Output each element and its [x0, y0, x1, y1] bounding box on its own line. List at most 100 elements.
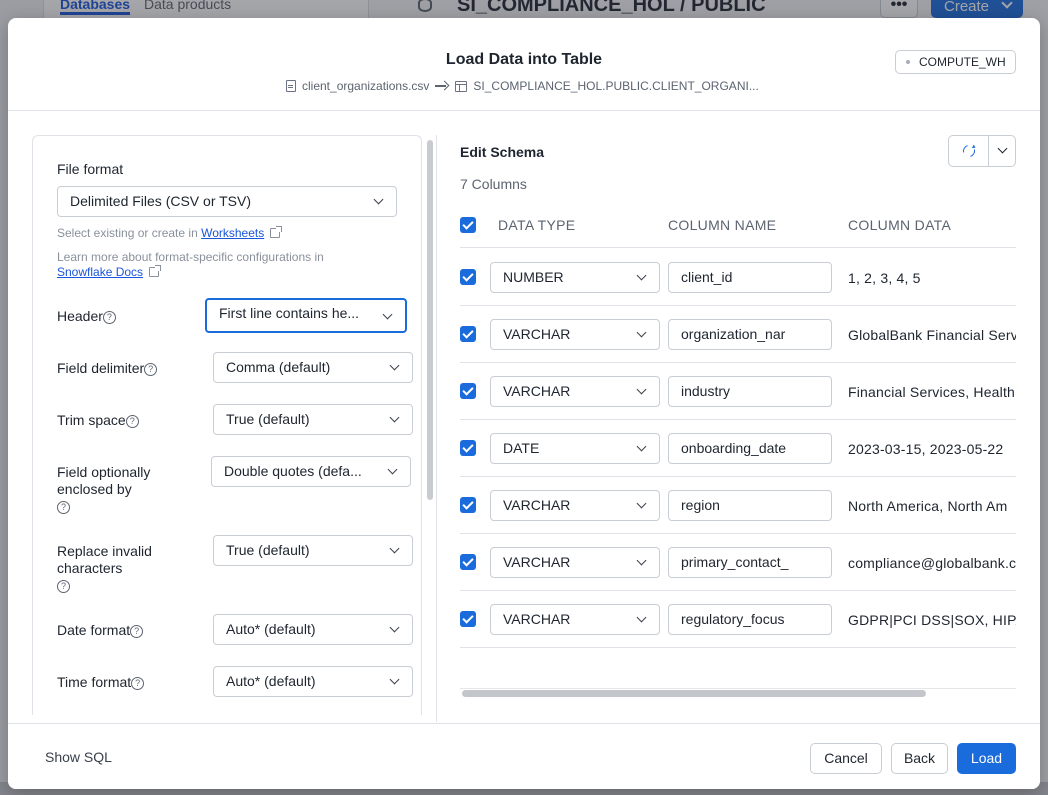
- schema-row: VARCHAR industry Financial Services, Healt…: [460, 363, 1016, 420]
- table-icon: [455, 80, 468, 92]
- modal-header: Load Data into Table client_organization…: [8, 18, 1040, 111]
- panel-divider: [436, 135, 437, 722]
- chevron-down-icon: [636, 441, 647, 452]
- snowflake-docs-link[interactable]: Snowflake Docs: [57, 265, 143, 279]
- cancel-button[interactable]: Cancel: [810, 743, 882, 774]
- column-name-input[interactable]: onboarding_date: [668, 433, 832, 464]
- field-delimiter-value: Comma (default): [226, 359, 331, 375]
- column-count: 7 Columns: [460, 176, 527, 192]
- time-format-select[interactable]: Auto* (default): [213, 666, 413, 697]
- data-type-select[interactable]: VARCHAR: [490, 547, 660, 578]
- chevron-down-icon: [387, 464, 398, 475]
- show-sql-button[interactable]: Show SQL: [45, 749, 112, 765]
- column-data-preview: 1, 2, 3, 4, 5: [848, 270, 921, 286]
- column-checkbox[interactable]: [460, 326, 476, 342]
- column-name-input[interactable]: region: [668, 490, 832, 521]
- help-icon[interactable]: ?: [102, 311, 116, 324]
- column-name-input[interactable]: industry: [668, 376, 832, 407]
- chevron-down-icon: [382, 309, 393, 320]
- help-icon[interactable]: ?: [57, 580, 70, 593]
- data-type-value: VARCHAR: [503, 554, 571, 570]
- data-type-value: VARCHAR: [503, 383, 571, 399]
- data-type-select[interactable]: VARCHAR: [490, 490, 660, 521]
- chevron-down-icon: [636, 612, 647, 623]
- load-data-modal: Load Data into Table client_organization…: [8, 18, 1040, 789]
- date-format-label: Date format?: [57, 622, 144, 639]
- load-path: client_organizations.csv SI_COMPLIANCE_H…: [286, 79, 759, 93]
- file-format-value: Delimited Files (CSV or TSV): [70, 193, 252, 209]
- help-icon[interactable]: ?: [57, 501, 70, 514]
- enclosed-by-value: Double quotes (defa...: [224, 463, 362, 479]
- chevron-down-icon: [636, 327, 647, 338]
- date-format-select[interactable]: Auto* (default): [213, 614, 413, 645]
- help-icon[interactable]: ?: [144, 363, 158, 376]
- help-icon[interactable]: ?: [125, 415, 139, 428]
- column-checkbox[interactable]: [460, 497, 476, 513]
- docs-hint: Learn more about format-specific configu…: [57, 250, 377, 280]
- schema-hscroll-thumb[interactable]: [462, 690, 926, 697]
- column-checkbox[interactable]: [460, 383, 476, 399]
- replace-invalid-label: Replace invalid characters?: [57, 543, 167, 594]
- header-select[interactable]: First line contains he...: [205, 298, 407, 333]
- file-format-label: File format: [57, 161, 124, 177]
- trim-space-select[interactable]: True (default): [213, 404, 413, 435]
- chevron-down-icon: [636, 384, 647, 395]
- file-format-select[interactable]: Delimited Files (CSV or TSV): [57, 186, 397, 217]
- data-type-select[interactable]: VARCHAR: [490, 319, 660, 350]
- column-name-input[interactable]: organization_nar: [668, 319, 832, 350]
- help-icon[interactable]: ?: [131, 677, 145, 690]
- column-name-input[interactable]: regulatory_focus: [668, 604, 832, 635]
- header-data-type: DATA TYPE: [498, 217, 576, 233]
- column-checkbox[interactable]: [460, 554, 476, 570]
- docs-hint-text: Learn more about format-specific configu…: [57, 250, 324, 264]
- refresh-icon: [960, 142, 978, 160]
- column-name-input[interactable]: client_id: [668, 262, 832, 293]
- date-format-value: Auto* (default): [226, 621, 316, 637]
- chevron-down-icon: [389, 543, 400, 554]
- chevron-down-icon: [636, 270, 647, 281]
- chevron-down-icon: [997, 143, 1008, 154]
- schema-row: DATE onboarding_date 2023-03-15, 2023-05-2…: [460, 420, 1016, 477]
- enclosed-by-select[interactable]: Double quotes (defa...: [211, 456, 411, 487]
- data-type-select[interactable]: VARCHAR: [490, 376, 660, 407]
- chevron-down-icon: [636, 498, 647, 509]
- select-all-checkbox[interactable]: [460, 217, 476, 233]
- trim-space-label-text: Trim space: [57, 412, 126, 428]
- replace-invalid-select[interactable]: True (default): [213, 535, 413, 566]
- file-format-panel: File format Delimited Files (CSV or TSV)…: [32, 135, 422, 715]
- column-data-preview: GlobalBank Financial Serv: [848, 327, 1016, 343]
- chevron-down-icon: [636, 555, 647, 566]
- column-checkbox[interactable]: [460, 269, 476, 285]
- refresh-button[interactable]: [949, 136, 990, 166]
- modal-title: Load Data into Table: [445, 51, 603, 68]
- back-button[interactable]: Back: [891, 743, 948, 774]
- data-type-select[interactable]: VARCHAR: [490, 604, 660, 635]
- modal-footer: Show SQL Cancel Back Load: [8, 723, 1040, 789]
- header-column-data: COLUMN DATA: [848, 217, 952, 233]
- date-format-label-text: Date format: [57, 622, 131, 638]
- column-data-preview: 2023-03-15, 2023-05-22: [848, 441, 1004, 457]
- schema-options-button[interactable]: [989, 136, 1015, 166]
- column-name-input[interactable]: primary_contact_: [668, 547, 832, 578]
- help-icon[interactable]: ?: [130, 625, 144, 638]
- time-format-label-text: Time format: [57, 674, 132, 690]
- column-checkbox[interactable]: [460, 440, 476, 456]
- edit-schema-title: Edit Schema: [460, 144, 545, 160]
- data-type-value: VARCHAR: [503, 497, 571, 513]
- header-value: First line contains he...: [219, 305, 360, 321]
- column-data-preview: North America, North Am: [848, 498, 1008, 514]
- field-delimiter-label-text: Field delimiter: [57, 360, 145, 376]
- column-checkbox[interactable]: [460, 611, 476, 627]
- data-type-select[interactable]: NUMBER: [490, 262, 660, 293]
- header-label-text: Header: [57, 308, 103, 324]
- data-type-value: VARCHAR: [503, 326, 571, 342]
- load-button[interactable]: Load: [957, 743, 1016, 774]
- field-delimiter-select[interactable]: Comma (default): [213, 352, 413, 383]
- schema-row: VARCHAR regulatory_focus GDPR|PCI DSS|SOX,…: [460, 591, 1016, 648]
- chevron-down-icon: [389, 622, 400, 633]
- target-table: SI_COMPLIANCE_HOL.PUBLIC.CLIENT_ORGANI..…: [473, 79, 759, 93]
- left-panel-scrollbar[interactable]: [427, 140, 433, 500]
- data-type-select[interactable]: DATE: [490, 433, 660, 464]
- worksheets-link[interactable]: Worksheets: [201, 226, 264, 240]
- warehouse-selector[interactable]: COMPUTE_WH: [895, 50, 1016, 74]
